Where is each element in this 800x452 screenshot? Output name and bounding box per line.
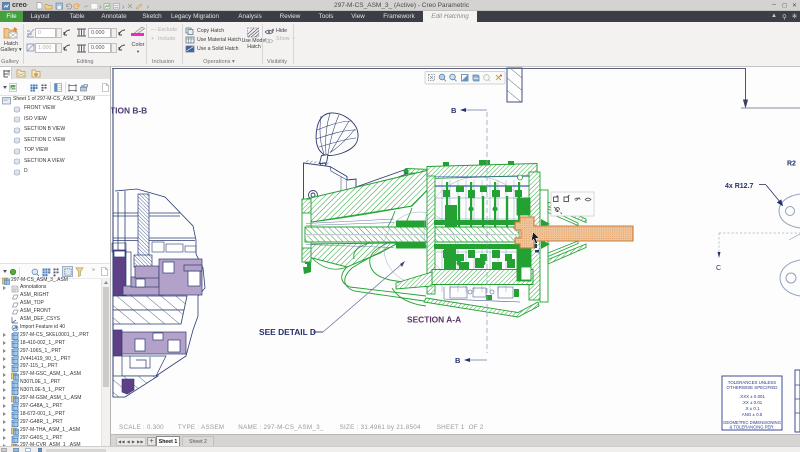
svg-text:TION B-B: TION B-B	[111, 106, 147, 116]
svg-text:4x R12.7: 4x R12.7	[725, 183, 754, 190]
svg-text:R2: R2	[787, 161, 796, 168]
svg-text:SECTION A-A: SECTION A-A	[407, 315, 461, 325]
svg-text:C: C	[716, 265, 721, 272]
svg-text:OTHERWISE SPECIFIED: OTHERWISE SPECIFIED	[727, 385, 778, 390]
svg-text:.X ± 0.1: .X ± 0.1	[744, 406, 760, 411]
svg-text:B: B	[455, 356, 461, 365]
svg-text:B: B	[451, 106, 457, 115]
svg-text:.XX ± 0.01: .XX ± 0.01	[742, 400, 763, 405]
svg-text:.XXX ± 0.001: .XXX ± 0.001	[739, 394, 765, 399]
svg-text:SEE DETAIL D: SEE DETAIL D	[259, 327, 316, 337]
svg-text:ANG ± 0.5: ANG ± 0.5	[742, 412, 763, 417]
svg-text:& TOLERANCING PER:: & TOLERANCING PER:	[730, 425, 775, 430]
